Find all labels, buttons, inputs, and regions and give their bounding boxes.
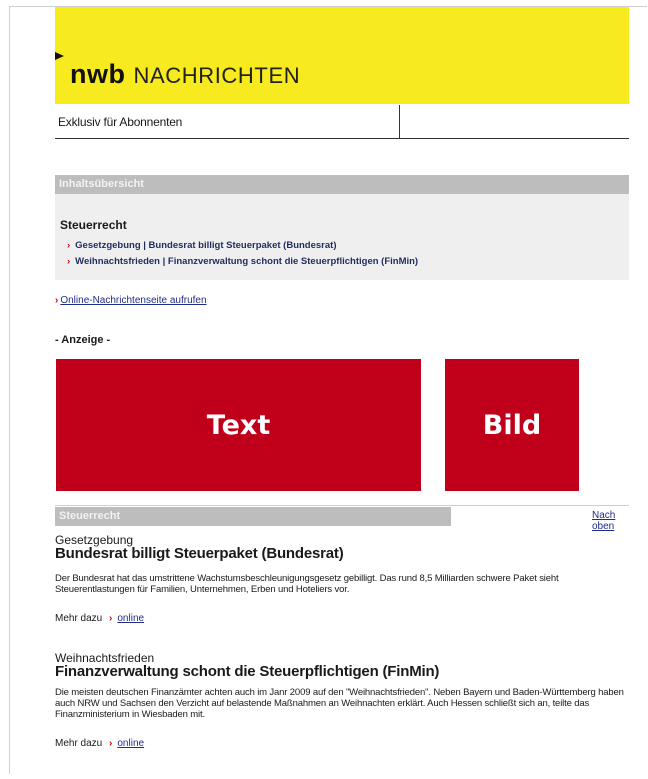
- article-body: Der Bundesrat hat das umstrittene Wachst…: [55, 573, 559, 595]
- ad-label: - Anzeige -: [55, 334, 111, 346]
- article-more: Mehr dazu › online: [55, 738, 144, 749]
- arrow-right-icon: [55, 52, 64, 60]
- more-label: Mehr dazu: [55, 613, 103, 624]
- article-title: Finanzverwaltung schont die Steuerpflich…: [55, 663, 440, 680]
- online-news-link[interactable]: › Online-Nachrichtenseite aufrufen: [55, 295, 207, 306]
- online-news-link-label: Online-Nachrichtenseite aufrufen: [60, 295, 207, 306]
- article-more: Mehr dazu › online: [55, 613, 144, 624]
- more-label: Mehr dazu: [55, 738, 103, 749]
- caret-right-icon: ›: [67, 256, 71, 267]
- subscriber-note: Exklusiv für Abonnenten: [58, 115, 183, 129]
- article-body: Die meisten deutschen Finanzämter achten…: [55, 687, 624, 720]
- toc-box: Steuerrecht › Gesetzgebung | Bundesrat bi…: [55, 194, 629, 280]
- toc-item-weihnachtsfrieden[interactable]: › Weihnachtsfrieden | Finanzverwaltung sc…: [67, 256, 418, 267]
- toc-heading: Inhaltsübersicht: [59, 178, 144, 190]
- brand-name: nwb: [70, 59, 126, 89]
- brand-logo: nwb NACHRICHTEN: [70, 59, 300, 91]
- caret-right-icon: ›: [55, 295, 59, 306]
- subscriber-bar: Exklusiv für Abonnenten: [55, 105, 629, 139]
- toc-item-label: Weihnachtsfrieden | Finanzverwaltung sch…: [75, 256, 419, 267]
- back-to-top-link[interactable]: Nach oben: [592, 510, 629, 532]
- toc-item-label: Gesetzgebung | Bundesrat billigt Steuerp…: [75, 240, 337, 251]
- caret-right-icon: ›: [109, 613, 113, 624]
- caret-right-icon: ›: [109, 738, 113, 749]
- newsletter-frame: nwb NACHRICHTEN Exklusiv für Abonnenten I…: [9, 6, 647, 774]
- more-online-link[interactable]: online: [117, 738, 144, 749]
- toc-section-title: Steuerrecht: [60, 218, 127, 232]
- section-heading: Steuerrecht: [59, 510, 121, 522]
- more-online-link[interactable]: online: [117, 613, 144, 624]
- article-title: Bundesrat billigt Steuerpaket (Bundesrat…: [55, 545, 344, 562]
- ad-image-block[interactable]: Bild: [445, 359, 579, 491]
- toc-item-gesetzgebung[interactable]: › Gesetzgebung | Bundesrat billigt Steuer…: [67, 240, 336, 251]
- caret-right-icon: ›: [67, 240, 71, 251]
- header-band: nwb NACHRICHTEN: [55, 7, 629, 104]
- divider: [399, 105, 400, 139]
- section-heading-bar: Steuerrecht: [55, 507, 451, 526]
- toc-heading-bar: Inhaltsübersicht: [55, 175, 629, 194]
- brand-subtitle: NACHRICHTEN: [133, 63, 301, 88]
- section-divider: [55, 505, 629, 506]
- ad-text-block[interactable]: Text: [56, 359, 421, 491]
